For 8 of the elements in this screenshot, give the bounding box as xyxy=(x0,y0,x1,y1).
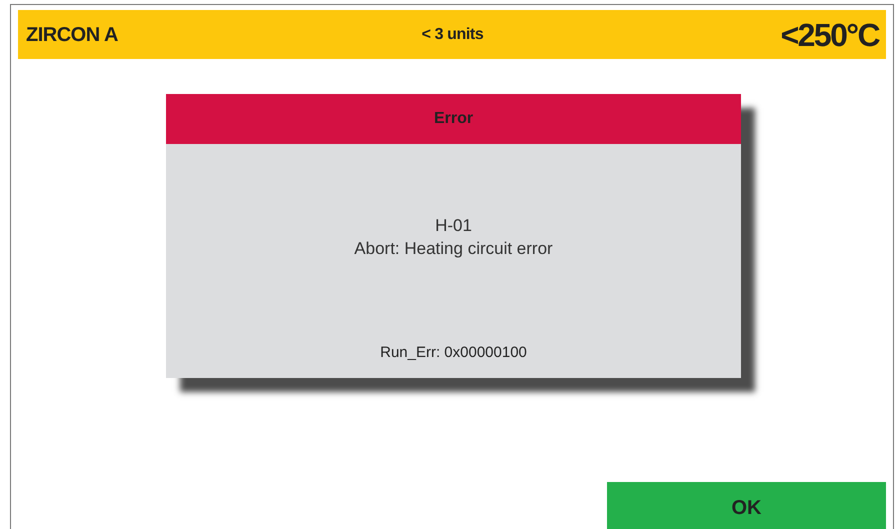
units-label: < 3 units xyxy=(422,24,484,44)
machine-title: ZIRCON A xyxy=(26,22,119,48)
error-message: Abort: Heating circuit error xyxy=(354,238,553,260)
error-detail: Run_Err: 0x00000100 xyxy=(380,342,527,362)
error-code: H-01 xyxy=(435,215,472,237)
ok-button[interactable]: OK xyxy=(607,482,886,529)
temperature-reading: <250°C xyxy=(780,16,879,54)
dialog-title: Error xyxy=(434,109,474,129)
